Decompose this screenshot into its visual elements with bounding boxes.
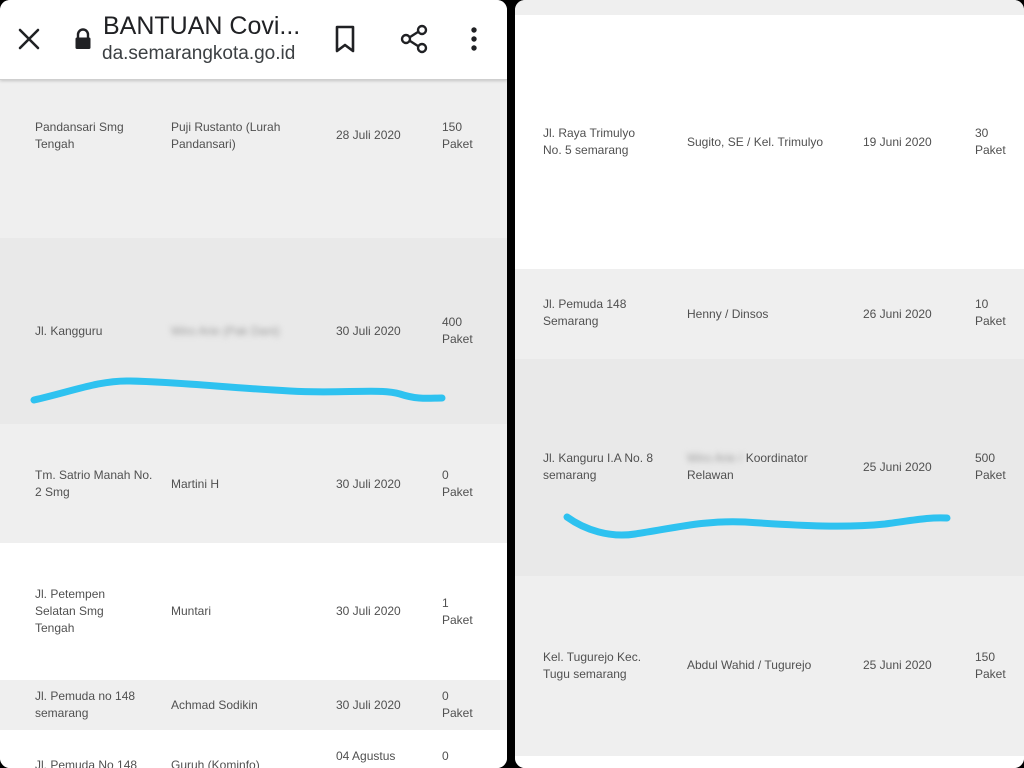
address-cell: Pandansari Smg Tengah (35, 120, 124, 151)
date-cell: 30 Juli 2020 (336, 477, 401, 491)
date-cell: 30 Juli 2020 (336, 604, 401, 618)
table-row (515, 756, 1024, 768)
table-row: Tm. Satrio Manah No. 2 Smg Martini H 30 … (0, 424, 507, 543)
table-row: Jl. Pemuda No 148 Guruh (Kominfo) 04 Agu… (0, 730, 507, 768)
address-cell: Jl. Pemuda No 148 (35, 758, 138, 768)
address-cell: Jl. Kanguru I.A No. 8 semarang (543, 451, 654, 482)
recipient-cell: Guruh (Kominfo) (171, 758, 260, 768)
recipient-redacted: Wiro Arie / (687, 451, 743, 465)
recipient-cell: Martini H (171, 477, 220, 491)
table-row: Jl. Kangguru Wiro Arie (Pak Dani) 30 Jul… (0, 238, 507, 424)
address-cell: Jl. Kangguru (35, 324, 103, 338)
recipient-cell: Abdul Wahid / Tugurejo (687, 658, 812, 672)
amount-cell: 150 Paket (442, 120, 473, 151)
amount-cell: 0 (442, 749, 449, 763)
table-row: Jl. Raya Trimulyo No. 5 semarang Sugito,… (515, 15, 1024, 269)
page-url[interactable]: da.semarangkota.go.id (102, 43, 295, 65)
date-cell: 30 Juli 2020 (336, 698, 401, 712)
recipient-cell: Achmad Sodikin (171, 698, 258, 712)
amount-cell: 500 Paket (975, 451, 1006, 482)
table-row: Jl. Kanguru I.A No. 8 semarang Wiro Arie… (515, 359, 1024, 576)
amount-cell: 1 Paket (442, 596, 473, 627)
amount-cell: 30 Paket (975, 126, 1006, 157)
left-screenshot-panel: BANTUAN Covi... da.semarangkota.go.id Pa… (0, 0, 507, 768)
date-cell: 30 Juli 2020 (336, 324, 401, 338)
amount-cell: 0 Paket (442, 689, 473, 720)
lock-icon (72, 26, 94, 52)
date-cell: 25 Juni 2020 (863, 658, 932, 672)
close-icon[interactable] (10, 20, 48, 58)
table-row: Kel. Tugurejo Kec. Tugu semarang Abdul W… (515, 576, 1024, 756)
table-row: Jl. Pemuda 148 Semarang Henny / Dinsos 2… (515, 269, 1024, 359)
recipient-cell-redacted: Wiro Arie (Pak Dani) (171, 324, 280, 338)
recipient-cell: Puji Rustanto (Lurah Pandansari) (171, 120, 281, 151)
date-cell: 25 Juni 2020 (863, 460, 932, 474)
date-cell: 04 Agustus (336, 749, 396, 763)
recipient-cell: Sugito, SE / Kel. Trimulyo (687, 135, 824, 149)
amount-cell: 150 Paket (975, 650, 1006, 681)
amount-cell: 10 Paket (975, 297, 1006, 328)
row-divider (515, 0, 1024, 15)
more-vert-icon[interactable] (458, 18, 490, 60)
amount-cell: 400 Paket (442, 315, 473, 346)
date-cell: 19 Juni 2020 (863, 135, 932, 149)
recipient-cell: Muntari (171, 604, 212, 618)
table-row: Jl. Petempen Selatan Smg Tengah Muntari … (0, 543, 507, 680)
table-row: Pandansari Smg Tengah Puji Rustanto (Lur… (0, 80, 507, 238)
right-screenshot-panel: Jl. Raya Trimulyo No. 5 semarang Sugito,… (515, 0, 1024, 768)
date-cell: 28 Juli 2020 (336, 128, 401, 142)
date-cell: 26 Juni 2020 (863, 307, 932, 321)
page-title: BANTUAN Covi... (103, 12, 301, 40)
address-cell: Tm. Satrio Manah No. 2 Smg (35, 468, 153, 499)
address-cell: Jl. Petempen Selatan Smg Tengah (35, 587, 106, 635)
browser-toolbar: BANTUAN Covi... da.semarangkota.go.id (0, 0, 507, 80)
recipient-cell: Henny / Dinsos (687, 307, 769, 321)
table-row: Jl. Pemuda no 148 semarang Achmad Sodiki… (0, 680, 507, 730)
share-icon[interactable] (393, 18, 435, 60)
address-cell: Jl. Pemuda no 148 semarang (35, 689, 136, 720)
bookmark-icon[interactable] (326, 18, 364, 60)
address-cell: Jl. Raya Trimulyo No. 5 semarang (543, 126, 636, 157)
address-cell: Jl. Pemuda 148 Semarang (543, 297, 627, 328)
recipient-cell: Wiro Arie / Koordinator Relawan (687, 450, 822, 484)
amount-cell: 0 Paket (442, 468, 473, 499)
address-cell: Kel. Tugurejo Kec. Tugu semarang (543, 650, 642, 681)
